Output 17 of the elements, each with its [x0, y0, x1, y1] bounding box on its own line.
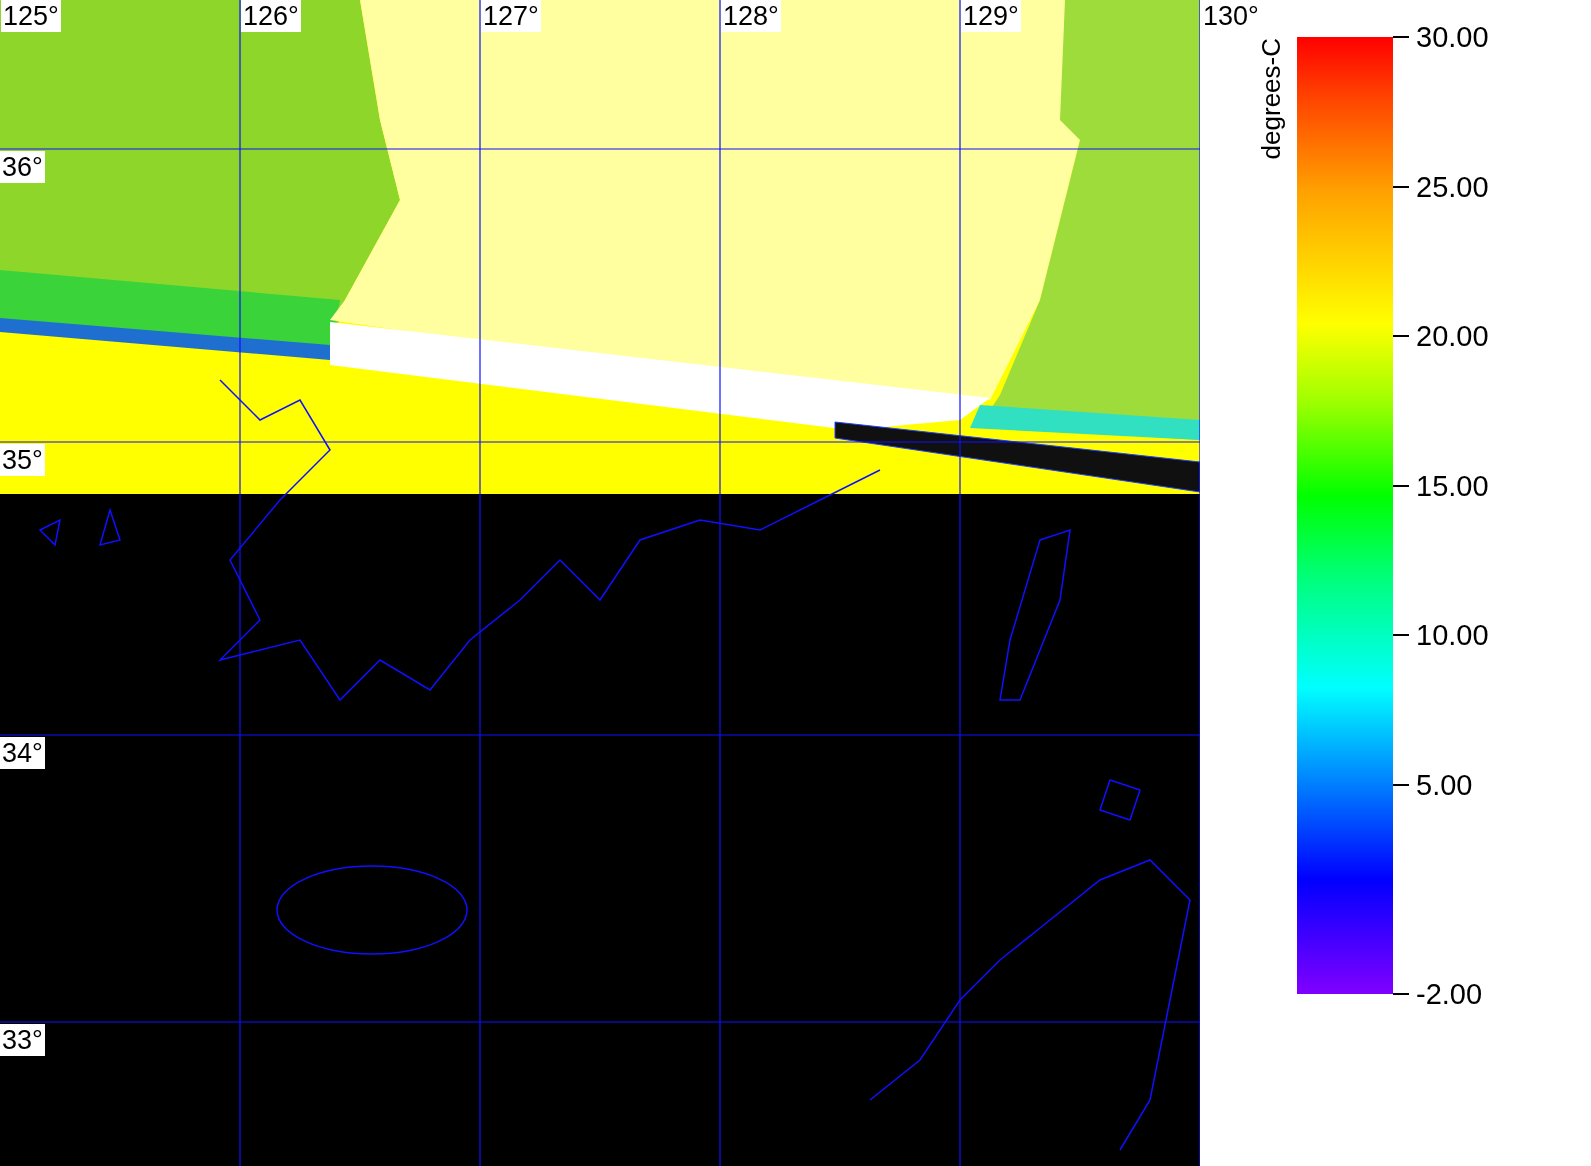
colorbar-title: degrees-C [1256, 38, 1286, 160]
colorbar-tick-label: 30.00 [1416, 20, 1489, 54]
latitude-label: 34° [0, 737, 45, 769]
longitude-label: 125° [1, 0, 61, 32]
colorbar-tick-label: 25.00 [1416, 169, 1489, 204]
colorbar-tick-label: 5.00 [1416, 767, 1473, 802]
colorbar-tick-label: 10.00 [1416, 618, 1489, 653]
colorbar-tick-label: -2.00 [1416, 977, 1483, 1011]
latitude-label: 36° [0, 151, 45, 183]
longitude-label: 127° [481, 0, 541, 32]
longitude-label: 128° [721, 0, 781, 32]
latitude-label: 33° [0, 1024, 45, 1056]
longitude-label: 129° [961, 0, 1021, 32]
longitude-label: 126° [241, 0, 301, 32]
colorbar-tick-label: 20.00 [1416, 319, 1489, 354]
latitude-label: 35° [0, 444, 45, 476]
colorbar-tick-label: 15.00 [1416, 468, 1489, 503]
